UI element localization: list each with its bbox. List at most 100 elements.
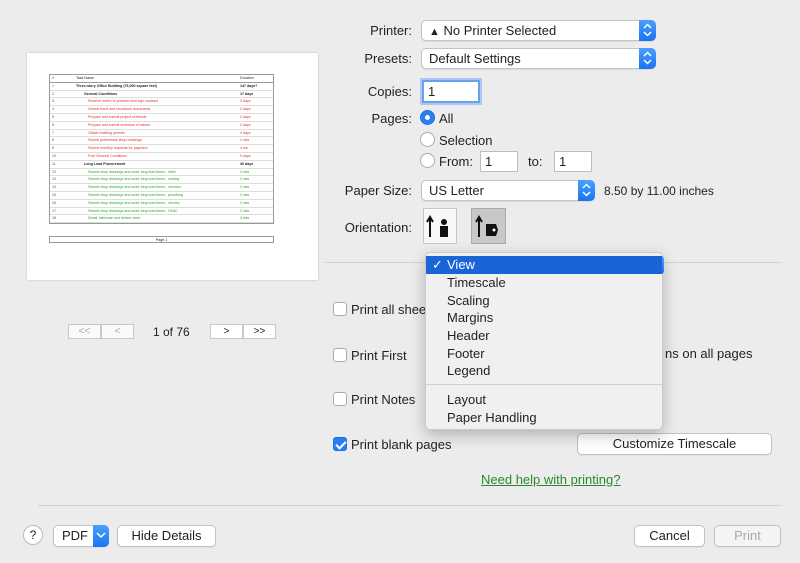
preview-table: ● Task Name Duration 1 Three-story Office… — [49, 74, 274, 225]
columns-all-pages-label: ns on all pages — [665, 346, 753, 361]
customize-timescale-button[interactable]: Customize Timescale — [577, 433, 772, 455]
preview-row-name: Long Lead Procurement — [84, 161, 126, 166]
preview-col-task-name: Task Name — [76, 76, 94, 80]
preview-row-name: Submit preliminary shop drawings — [88, 138, 142, 143]
chevron-down-icon — [93, 525, 109, 547]
preview-row: 15 Submit shop drawings and order long le… — [50, 192, 273, 200]
pages-all-radio[interactable] — [420, 110, 435, 125]
preview-row-id: 14 — [52, 185, 56, 190]
preview-row: 7 Obtain building permits 4 days — [50, 130, 273, 138]
preview-row-duration: 2 wks — [240, 169, 250, 174]
preview-row-duration: 0 days — [240, 153, 251, 158]
preview-row-id: 3 — [52, 99, 54, 104]
print-blank-pages-label: Print blank pages — [351, 437, 452, 452]
menu-item-legend[interactable]: Legend — [426, 362, 662, 380]
preview-row: 11 Long Lead Procurement 30 days — [50, 161, 273, 169]
preview-row-duration: 4 days — [240, 130, 251, 135]
preview-row-name: General Conditions — [84, 91, 118, 96]
printer-select[interactable]: ▲ No Printer Selected — [421, 20, 656, 41]
landscape-icon — [475, 215, 498, 237]
chevron-updown-icon — [639, 48, 656, 69]
print-first-checkbox[interactable] — [333, 348, 347, 362]
orientation-label: Orientation: — [344, 220, 412, 235]
preview-row-duration: 17 days — [240, 91, 254, 96]
pages-all-label: All — [439, 111, 454, 126]
last-page-button[interactable]: >> — [243, 324, 276, 339]
help-link[interactable]: Need help with printing? — [481, 472, 620, 487]
prev-page-button[interactable]: < — [101, 324, 134, 339]
warning-icon: ▲ — [429, 26, 440, 38]
pages-from-label: From: — [439, 154, 473, 169]
preview-row: 6 Prepare and submit schedule of values 2 … — [50, 122, 273, 130]
orientation-landscape-button[interactable] — [471, 208, 506, 244]
pdf-menu-button[interactable]: PDF — [53, 525, 109, 547]
preview-row-duration: 2 wks — [240, 177, 250, 182]
menu-item-scaling[interactable]: Scaling — [426, 292, 662, 310]
next-page-button[interactable]: > — [210, 324, 243, 339]
hide-details-button[interactable]: Hide Details — [117, 525, 216, 547]
preview-row-name: Prepare and submit project schedule — [88, 114, 147, 119]
preview-row: 1 Three-story Office Building (76,000 squ… — [50, 83, 273, 91]
print-button[interactable]: Print — [714, 525, 781, 547]
print-all-sheets-checkbox[interactable] — [333, 302, 347, 316]
preview-row-name: Prepare and submit schedule of values — [88, 122, 151, 127]
preview-row-duration: 4 ms — [240, 146, 248, 151]
pdf-label: PDF — [62, 528, 88, 543]
preview-row-id: 18 — [52, 216, 56, 221]
preview-row-duration: 2 wks — [240, 208, 250, 213]
menu-item-paper-handling[interactable]: Paper Handling — [426, 409, 662, 427]
paper-size-value: US Letter — [429, 183, 484, 198]
preview-row-name: Post General Conditions — [88, 153, 127, 158]
preview-header-row: ● Task Name Duration — [50, 75, 273, 83]
pages-selection-radio[interactable] — [420, 132, 435, 147]
info-icon: ● — [52, 76, 55, 80]
preview-row-name: Detail, fabricate and deliver steel — [88, 216, 141, 221]
printer-value: No Printer Selected — [443, 23, 557, 38]
first-page-button[interactable]: << — [68, 324, 101, 339]
pages-to-input[interactable]: 1 — [554, 151, 592, 172]
preview-row-duration: 4 wks — [240, 216, 250, 221]
print-notes-checkbox[interactable] — [333, 392, 347, 406]
preview-row: 8 Submit preliminary shop drawings 2 wks — [50, 137, 273, 146]
orientation-portrait-button[interactable] — [423, 208, 457, 244]
menu-item-timescale[interactable]: Timescale — [426, 274, 662, 292]
menu-item-layout[interactable]: Layout — [426, 391, 662, 409]
preview-row-id: 12 — [52, 169, 56, 174]
preview-row-name: Submit shop drawings and order long lead… — [88, 200, 180, 205]
preview-row-id: 2 — [52, 91, 54, 96]
presets-value: Default Settings — [429, 51, 521, 66]
menu-item-view[interactable]: ✓ View — [426, 256, 662, 274]
preview-footer: Page 1 — [49, 236, 274, 243]
menu-item-header[interactable]: Header — [426, 327, 662, 345]
presets-select[interactable]: Default Settings — [421, 48, 656, 69]
preview-row-duration: 2 wks — [240, 200, 250, 205]
cancel-button[interactable]: Cancel — [634, 525, 705, 547]
preview-row-id: 1 — [52, 83, 54, 88]
preview-row: 5 Prepare and submit project schedule 2 da… — [50, 114, 273, 122]
print-preview: ● Task Name Duration 1 Three-story Office… — [27, 53, 318, 280]
paper-size-select[interactable]: US Letter — [421, 180, 595, 201]
pages-from-input[interactable]: 1 — [480, 151, 518, 172]
preview-row-id: 4 — [52, 107, 54, 112]
copies-input[interactable]: 1 — [422, 80, 480, 103]
preview-row-id: 10 — [52, 153, 56, 158]
preview-row: 18 Detail, fabricate and deliver steel 4 w… — [50, 215, 273, 224]
menu-item-label: View — [447, 257, 475, 272]
options-dropdown-menu: ✓ View Timescale Scaling Margins Header F… — [425, 252, 664, 430]
checkmark-icon: ✓ — [432, 257, 443, 272]
preview-row: 9 Submit monthly requests for payment 4 ms — [50, 145, 273, 153]
help-button[interactable]: ? — [23, 525, 43, 545]
preview-row-duration: 3 days — [240, 99, 251, 104]
preview-row-duration: 2 days — [240, 107, 251, 112]
preview-row: 2 General Conditions 17 days — [50, 91, 273, 99]
preview-row-name: Three-story Office Building (76,000 squa… — [76, 83, 157, 88]
print-blank-pages-checkbox[interactable] — [333, 437, 347, 451]
pages-from-radio[interactable] — [420, 153, 435, 168]
menu-item-footer[interactable]: Footer — [426, 345, 662, 363]
preview-row-duration: 2 wks — [240, 192, 250, 197]
print-first-label: Print First — [351, 348, 407, 363]
preview-row-duration: 147 days? — [240, 83, 258, 88]
preview-col-duration: Duration — [240, 76, 254, 80]
menu-item-margins[interactable]: Margins — [426, 309, 662, 327]
preview-row-name: Submit shop drawings and order long lead… — [88, 185, 181, 190]
